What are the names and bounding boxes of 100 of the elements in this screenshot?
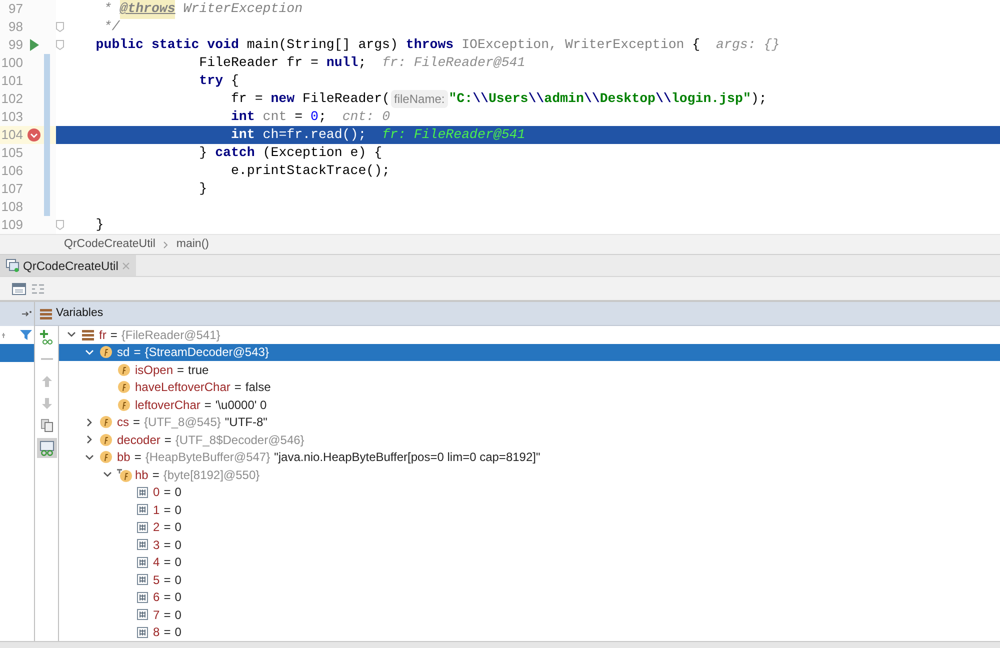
field-icon (118, 364, 130, 376)
variable-row[interactable]: 8 = 0 (59, 624, 1000, 641)
code-plain: (Exception e) { (262, 144, 382, 162)
breadcrumb-item[interactable]: QrCodeCreateUtil (64, 236, 156, 254)
variable-row[interactable]: haveLeftoverChar = false (59, 378, 1000, 396)
code-unused: cnt (262, 108, 287, 126)
variable-row[interactable]: hb = {byte[8192]@550} (59, 466, 1000, 484)
array-element-icon (136, 574, 148, 586)
breakpoint-icon[interactable] (27, 128, 41, 142)
variable-type: {UTF_8$Decoder@546} (175, 432, 304, 449)
variable-value: '\u0000' 0 (215, 396, 267, 414)
variable-row[interactable]: isOpen = true (59, 361, 1000, 378)
field-icon (100, 416, 112, 428)
watches-icon[interactable] (38, 440, 54, 456)
line-number: 105 (0, 144, 24, 162)
code-doctag: @throws (120, 0, 176, 19)
pin-arrow-icon[interactable] (22, 310, 32, 318)
equals-sign: = (164, 624, 171, 641)
layout-icon[interactable] (12, 282, 26, 294)
line-number: 108 (0, 198, 24, 216)
code-unused: IOException, WriterException (460, 36, 684, 54)
variable-row[interactable]: decoder = {UTF_8$Decoder@546} (59, 431, 1000, 448)
variable-name: 4 (153, 554, 160, 572)
variable-name: leftoverChar (135, 396, 200, 414)
fold-icon[interactable] (56, 40, 64, 50)
line-number: 103 (0, 108, 24, 126)
line-number: 106 (0, 162, 24, 180)
variable-row[interactable]: sd = {StreamDecoder@543} (59, 344, 1000, 361)
variable-value: 0 (174, 536, 182, 554)
variable-name: cs (117, 414, 129, 432)
variable-type: {FileReader@541} (121, 326, 220, 344)
code-escape: \\ (472, 90, 488, 108)
code-number: 0 (310, 108, 318, 126)
variable-value: 0 (174, 624, 182, 641)
code-plain: ; (358, 54, 366, 72)
equals-sign: = (110, 326, 118, 344)
code-string: Desktop (600, 90, 656, 108)
code-plain: main(String[] args) (246, 36, 399, 54)
code-plain: ch=fr.read(); (262, 126, 366, 144)
equals-sign: = (234, 379, 242, 396)
field-icon (118, 398, 130, 411)
variable-row[interactable]: bb = {HeapByteBuffer@547} "java.nio.HeapByteBuffer[pos=0 lim=0 cap=8192]" (59, 448, 1000, 466)
field-icon (118, 381, 130, 394)
code-hint: cnt: 0 (341, 108, 390, 126)
variable-row[interactable]: 1 = 0 (59, 501, 1000, 518)
variable-name: 3 (153, 536, 160, 554)
equals-sign: = (164, 484, 171, 502)
variable-value: true (188, 362, 209, 379)
minus-icon[interactable] (40, 358, 52, 360)
copy-icon[interactable] (40, 418, 52, 432)
code-keyword: catch (215, 144, 255, 162)
variable-row[interactable]: cs = {UTF_8@545} "UTF-8" (59, 414, 1000, 431)
code-plain: ); (750, 90, 767, 108)
line-number: 98 (8, 18, 24, 36)
code-keyword: try (198, 72, 224, 90)
code-hint: args: {} (715, 36, 780, 54)
variable-row[interactable]: 5 = 0 (59, 571, 1000, 588)
fold-icon[interactable] (56, 22, 64, 32)
equals-sign: = (164, 519, 171, 536)
code-escape: \\ (528, 90, 544, 108)
code-string: Users (488, 90, 528, 108)
variable-row[interactable]: leftoverChar = '\u0000' 0 (59, 396, 1000, 414)
variable-row[interactable]: 3 = 0 (59, 536, 1000, 554)
run-icon[interactable] (29, 39, 39, 51)
array-element-icon (136, 592, 148, 603)
variable-name: hb (135, 466, 148, 484)
variable-value: 0 (174, 554, 182, 572)
code-plain: e.printStackTrace(); (230, 162, 390, 180)
variable-row[interactable]: 0 = 0 (59, 484, 1000, 501)
variable-name: decoder (117, 432, 160, 449)
add-watch-icon[interactable] (38, 329, 54, 345)
code-plain: } (94, 216, 104, 234)
filter-icon[interactable] (20, 329, 32, 341)
variable-row[interactable]: 4 = 0 (59, 554, 1000, 571)
equals-sign: = (164, 554, 171, 572)
field-icon (100, 451, 112, 464)
code-keyword: int (230, 126, 255, 144)
equals-sign: = (164, 589, 171, 606)
variable-row[interactable]: 7 = 0 (59, 606, 1000, 624)
variable-name: fr (99, 326, 106, 344)
variable-row[interactable]: 6 = 0 (59, 588, 1000, 606)
variable-name: 5 (153, 572, 160, 589)
array-element-icon (136, 504, 148, 516)
fold-icon[interactable] (56, 220, 64, 230)
variable-value: "java.nio.HeapByteBuffer[pos=0 lim=0 cap=8192]" (274, 449, 540, 466)
list-icon[interactable] (31, 282, 45, 294)
line-number: 102 (0, 90, 24, 108)
variable-value: 0 (174, 484, 182, 502)
variable-row[interactable]: fr = {FileReader@541} (59, 326, 1000, 344)
line-number: 97 (8, 0, 24, 18)
code-escape: \\ (655, 90, 672, 108)
variable-row[interactable]: 2 = 0 (59, 518, 1000, 536)
variables-icon (40, 308, 52, 320)
variable-type: {HeapByteBuffer@547} (145, 449, 270, 466)
variable-name: isOpen (135, 362, 174, 379)
breadcrumb-item[interactable]: main() (176, 236, 209, 254)
debug-tab[interactable]: QrCodeCreateUtil (0, 255, 136, 276)
chevron-icon (163, 240, 168, 248)
equals-sign: = (164, 572, 171, 589)
code-keyword: new (270, 90, 295, 108)
